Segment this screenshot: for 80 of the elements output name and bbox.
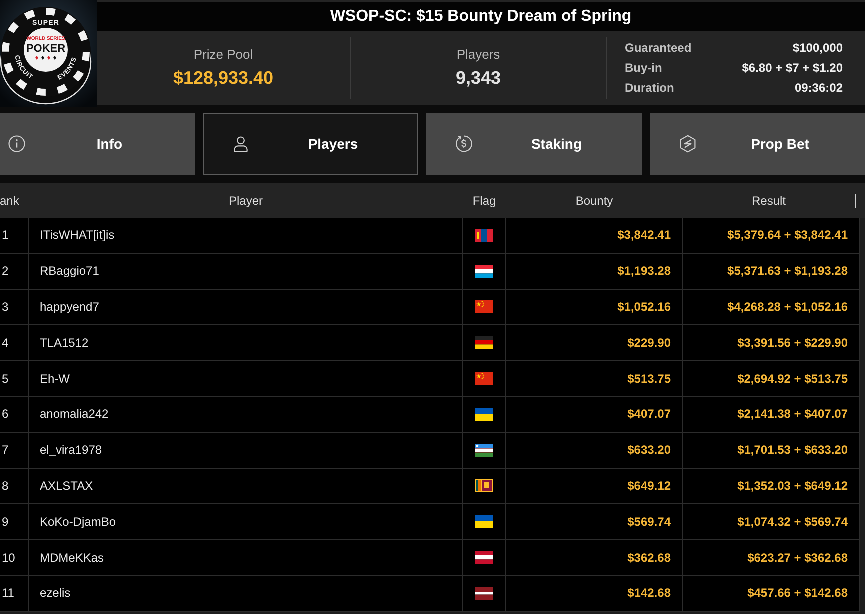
- detail-label: Duration: [625, 81, 674, 95]
- tab[interactable]: Players: [202, 113, 418, 175]
- info-icon: [8, 135, 26, 153]
- bounty-cell: $569.74: [506, 504, 683, 540]
- latvia-flag-icon: [475, 586, 493, 600]
- tab[interactable]: Staking: [426, 113, 642, 175]
- result-cell: $4,268.28 + $1,052.16: [683, 290, 860, 324]
- player-name-cell: Eh-W: [29, 361, 463, 396]
- bounty-cell: $1,052.16: [506, 290, 683, 324]
- china-flag-icon: [475, 372, 493, 386]
- column-header: Bounty: [576, 194, 614, 208]
- result-cell: $457.66 + $142.68: [683, 576, 860, 611]
- stat-label: Players: [456, 47, 500, 62]
- mongolia-flag-icon: [475, 228, 493, 242]
- player-name-cell: MDMeKKas: [29, 540, 463, 575]
- result-cell: $5,371.63 + $1,193.28: [683, 254, 860, 289]
- detail-value: 09:36:02: [794, 81, 843, 95]
- rank-cell: 10: [0, 540, 29, 575]
- player-name-cell: ITisWHAT[it]is: [29, 218, 463, 253]
- player-name-cell: ezelis: [29, 576, 463, 611]
- ukraine-flag-icon: [475, 408, 493, 421]
- result-cell: $1,352.03 + $649.12: [683, 468, 860, 504]
- result-cell: $1,074.32 + $569.74: [683, 504, 860, 540]
- bounty-cell: $407.07: [506, 396, 683, 432]
- result-cell: $3,391.56 + $229.90: [683, 325, 860, 360]
- hexagon-bolt-icon: [678, 135, 696, 153]
- column-header: Flag: [472, 194, 496, 208]
- player-name-cell: KoKo-DjamBo: [29, 504, 463, 540]
- rank-cell: 6: [0, 396, 29, 432]
- rank-cell: 1: [0, 218, 29, 253]
- dollar-coin-icon: [455, 135, 473, 153]
- rank-cell: 4: [0, 325, 29, 360]
- detail-value: $100,000: [792, 41, 843, 55]
- germany-flag-icon: [475, 336, 493, 350]
- bounty-cell: $3,842.41: [506, 218, 683, 253]
- rank-cell: 7: [0, 432, 29, 468]
- detail-label: Buy-in: [625, 61, 662, 75]
- rank-cell: 3: [0, 290, 29, 324]
- china-flag-icon: [475, 300, 493, 314]
- bounty-cell: $142.68: [506, 576, 683, 611]
- ukraine-flag-icon: [475, 515, 493, 528]
- stat-value: $128,933.40: [173, 67, 274, 89]
- user-icon: [232, 135, 250, 153]
- rank-cell: 11: [0, 576, 29, 611]
- stat-value: 9,343: [456, 67, 502, 89]
- austria-flag-icon: [475, 551, 493, 564]
- bounty-cell: $362.68: [506, 540, 683, 575]
- sri-lanka-flag-icon: [475, 479, 493, 492]
- bounty-cell: $649.12: [506, 468, 683, 504]
- result-cell: $2,694.92 + $513.75: [683, 361, 860, 396]
- uzbekistan-flag-icon: [475, 444, 493, 457]
- rank-cell: 9: [0, 504, 29, 540]
- luxembourg-flag-icon: [475, 264, 493, 278]
- rank-cell: 2: [0, 254, 29, 289]
- player-name-cell: el_vira1978: [29, 432, 463, 468]
- column-header: ank: [0, 194, 20, 208]
- player-name-cell: TLA1512: [29, 325, 463, 360]
- tab[interactable]: Prop Bet: [650, 113, 865, 175]
- bounty-cell: $633.20: [506, 432, 683, 468]
- result-cell: $1,701.53 + $633.20: [683, 432, 860, 468]
- bounty-cell: $1,193.28: [506, 254, 683, 289]
- rank-cell: 8: [0, 468, 29, 504]
- tournament-title: WSOP-SC: $15 Bounty Dream of Spring: [330, 6, 632, 26]
- logo-text: POKER: [26, 43, 66, 55]
- player-name-cell: RBaggio71: [29, 254, 463, 289]
- detail-label: Guaranteed: [625, 41, 692, 55]
- column-header: Result: [752, 194, 786, 208]
- bounty-cell: $229.90: [506, 325, 683, 360]
- player-name-cell: anomalia242: [29, 396, 463, 432]
- player-name-cell: happyend7: [29, 290, 463, 324]
- bounty-cell: $513.75: [506, 361, 683, 396]
- result-cell: $2,141.38 + $407.07: [683, 396, 860, 432]
- player-name-cell: AXLSTAX: [29, 468, 463, 504]
- detail-value: $6.80 + $7 + $1.20: [742, 61, 843, 75]
- stat-label: Prize Pool: [194, 47, 254, 62]
- rank-cell: 5: [0, 361, 29, 396]
- column-header: Player: [228, 194, 263, 208]
- result-cell: $623.27 + $362.68: [683, 540, 860, 575]
- tab[interactable]: Info: [0, 113, 194, 175]
- result-cell: $5,379.64 + $3,842.41: [683, 218, 860, 253]
